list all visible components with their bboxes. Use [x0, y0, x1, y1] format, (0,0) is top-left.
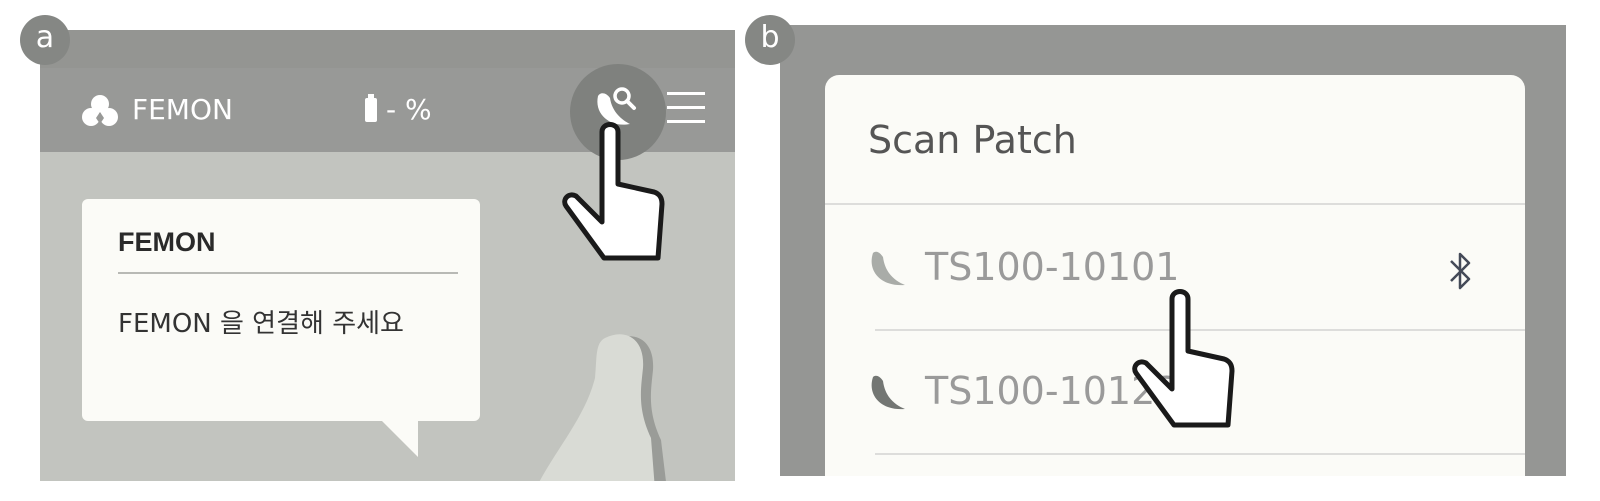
- dialog-title: FEMON: [118, 227, 216, 257]
- app-logo-icon: [82, 95, 118, 126]
- battery-level: - %: [386, 93, 432, 126]
- menu-icon[interactable]: [667, 92, 705, 126]
- device-name: TS100-10101: [925, 245, 1180, 289]
- patch-icon: [871, 251, 905, 286]
- dialog-tail: [380, 419, 418, 457]
- bluetooth-icon: [1450, 252, 1471, 290]
- connect-dialog: FEMON FEMON 을 연결해 주세요: [82, 199, 480, 421]
- pointing-hand-icon: [1132, 289, 1235, 428]
- status-bar: [40, 30, 735, 68]
- dialog-message: FEMON 을 연결해 주세요: [118, 309, 404, 339]
- patch-icon: [871, 375, 905, 410]
- device-divider: [875, 453, 1525, 455]
- pointing-hand-icon: [562, 122, 665, 261]
- background-figure-illustration: [539, 334, 666, 481]
- panel-label-b: b: [745, 15, 795, 65]
- scan-dialog-title: Scan Patch: [868, 118, 1077, 162]
- app-title: FEMON: [132, 93, 233, 126]
- panel-label-a: a: [20, 15, 70, 65]
- battery-icon: [365, 94, 377, 122]
- dialog-divider: [118, 272, 458, 274]
